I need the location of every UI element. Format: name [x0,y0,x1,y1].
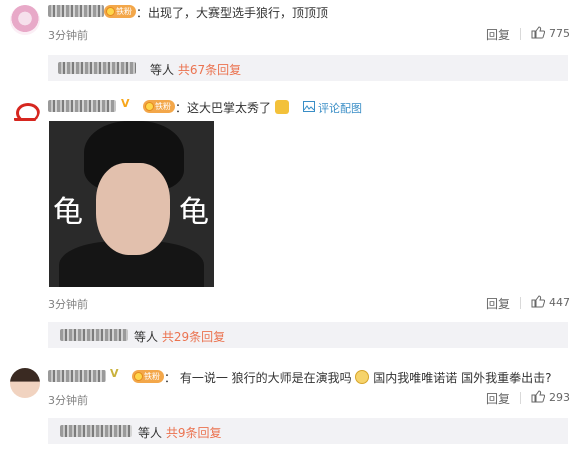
comment-text: ：出现了，大赛型选手狼行，顶顶顶 [136,6,329,20]
username-blurred[interactable] [48,100,116,112]
comment-text: ：这大巴掌太秀了 [175,99,289,116]
reply-button[interactable]: 回复 [486,295,510,312]
divider [520,297,521,309]
comment-time: 3分钟前 [48,29,88,42]
reply-button[interactable]: 回复 [486,390,510,407]
comment-picture-link[interactable]: 评论配图 [318,100,362,116]
sub-replies-summary[interactable]: 等人 共29条回复 [134,328,225,345]
thumbs-up-icon[interactable] [531,390,545,403]
avatar[interactable] [10,5,40,35]
sub-suffix: 等人 [138,426,163,440]
sub-replies-box[interactable]: 等人 共9条回复 [48,418,568,444]
reply-button[interactable]: 回复 [486,26,510,43]
thumbs-up-icon[interactable] [531,295,545,308]
sub-replies-box[interactable]: 等人 共29条回复 [48,322,568,348]
image-icon [303,101,315,112]
sub-reply-count[interactable]: 共67条回复 [178,63,241,77]
sub-reply-count[interactable]: 共29条回复 [162,330,225,344]
comment-time: 3分钟前 [48,394,88,407]
sub-reply-users-blurred [58,62,136,74]
sub-suffix: 等人 [134,330,159,344]
image-caption-left: 龟 [53,195,83,230]
image-caption-right: 龟 [179,195,209,230]
like-count: 293 [549,391,570,404]
trophy-emoji [274,100,289,114]
sub-replies-box[interactable]: 等人 共67条回复 [48,55,568,81]
v-badge-icon: V [110,367,119,380]
avatar[interactable] [10,95,40,125]
thumbs-up-icon[interactable] [531,26,545,39]
cat-emoji [355,370,370,384]
comment-image[interactable]: 龟 龟 [49,121,214,287]
like-count: 775 [549,27,570,40]
sub-suffix: 等人 [150,63,175,77]
sub-reply-users-blurred [60,425,132,437]
comment-time: 3分钟前 [48,298,88,311]
sub-replies-summary[interactable]: 等人 共67条回复 [150,61,241,78]
username-blurred[interactable] [48,5,104,17]
fan-badge: 铁粉 [104,5,136,18]
sub-reply-users-blurred [60,329,128,341]
fan-badge: 铁粉 [143,100,175,113]
v-badge-icon: V [121,97,130,110]
avatar[interactable] [10,368,40,398]
fan-badge: 铁粉 [132,370,164,383]
sub-reply-count[interactable]: 共9条回复 [166,426,222,440]
comment-text: ： 有一说一 狼行的大师是在演我吗 国内我唯唯诺诺 国外我重拳出击? [164,370,552,385]
like-count: 447 [549,296,570,309]
sub-replies-summary[interactable]: 等人 共9条回复 [138,424,221,441]
divider [520,392,521,404]
username-blurred[interactable] [48,370,106,382]
divider [520,28,521,40]
